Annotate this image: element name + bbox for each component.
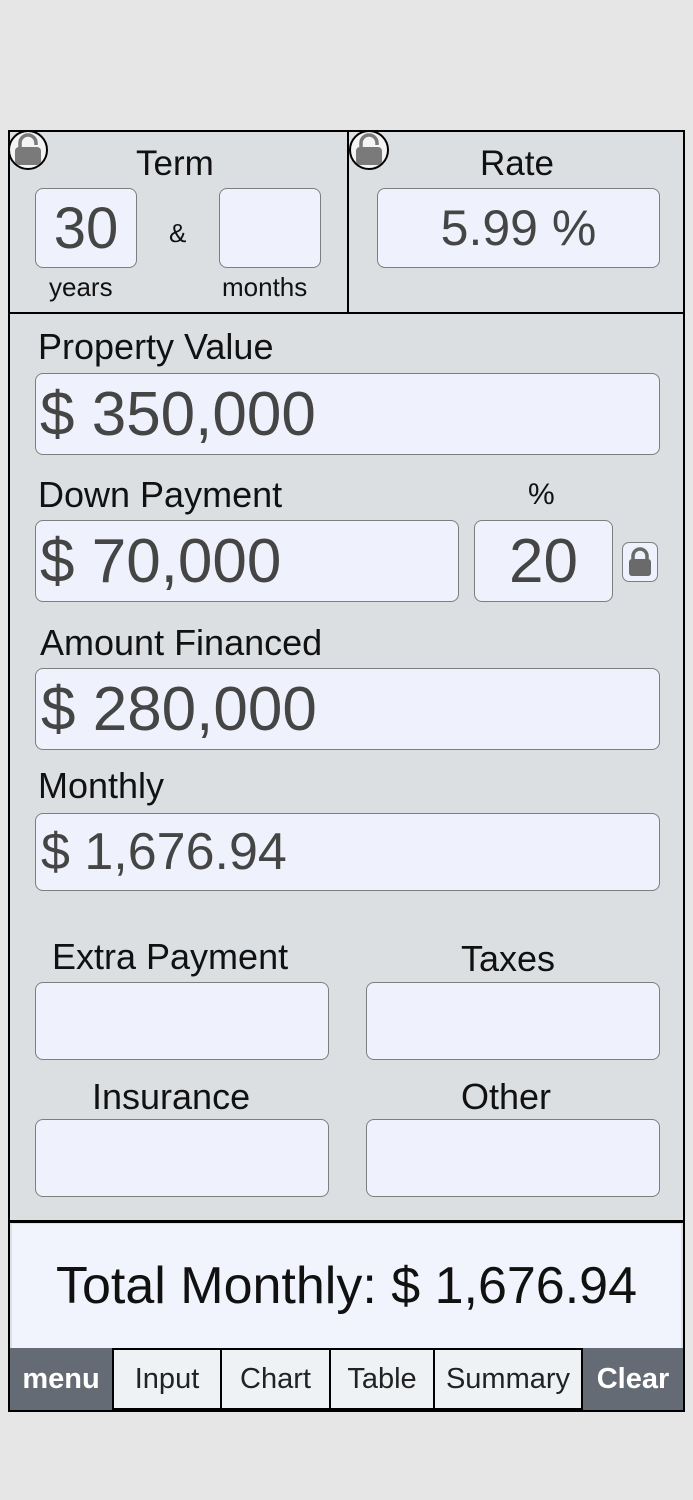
- term-years-input[interactable]: 30: [35, 188, 137, 268]
- down-payment-percent-label: %: [528, 478, 555, 511]
- tab-input[interactable]: Input: [112, 1348, 222, 1410]
- other-label: Other: [461, 1076, 552, 1117]
- term-lock-icon[interactable]: [8, 130, 48, 170]
- tab-bar: menu Input Chart Table Summary Clear: [10, 1348, 683, 1410]
- total-monthly-text: Total Monthly: $ 1,676.94: [55, 1257, 638, 1315]
- term-label: Term: [136, 144, 214, 183]
- clear-button[interactable]: Clear: [583, 1348, 683, 1410]
- menu-button[interactable]: menu: [10, 1348, 112, 1410]
- rate-lock-icon[interactable]: [349, 130, 389, 170]
- extra-payment-input[interactable]: [35, 982, 329, 1060]
- insurance-label: Insurance: [92, 1076, 251, 1117]
- term-months-label: months: [222, 272, 308, 302]
- rate-input[interactable]: 5.99 %: [377, 188, 660, 268]
- taxes-label: Taxes: [461, 938, 556, 979]
- down-payment-percent-input[interactable]: 20: [474, 520, 613, 602]
- rate-label: Rate: [480, 144, 554, 183]
- other-input[interactable]: [366, 1119, 660, 1197]
- down-payment-lock-icon[interactable]: [622, 542, 658, 582]
- top-divider-vertical: [347, 132, 349, 314]
- term-ampersand: &: [169, 218, 187, 248]
- total-monthly-panel: Total Monthly: $ 1,676.94: [12, 1224, 681, 1348]
- insurance-input[interactable]: [35, 1119, 329, 1197]
- extra-payment-label: Extra Payment: [52, 936, 289, 977]
- property-value-label: Property Value: [38, 326, 274, 367]
- down-payment-input[interactable]: $ 70,000: [35, 520, 459, 602]
- total-divider-top: [10, 1220, 683, 1223]
- property-value-input[interactable]: $ 350,000: [35, 373, 660, 455]
- tab-table[interactable]: Table: [331, 1348, 435, 1410]
- term-months-input[interactable]: [219, 188, 321, 268]
- tab-chart[interactable]: Chart: [222, 1348, 331, 1410]
- monthly-label: Monthly: [38, 765, 165, 806]
- top-divider-horizontal: [10, 312, 683, 314]
- tab-summary[interactable]: Summary: [435, 1348, 583, 1410]
- amount-financed-label: Amount Financed: [40, 622, 323, 663]
- taxes-input[interactable]: [366, 982, 660, 1060]
- term-years-label: years: [49, 272, 113, 302]
- amount-financed-input[interactable]: $ 280,000: [35, 668, 660, 750]
- monthly-input[interactable]: $ 1,676.94: [35, 813, 660, 891]
- mortgage-calculator: Term 30 & years months Rate 5.99 % Prope…: [8, 130, 685, 1412]
- down-payment-label: Down Payment: [38, 474, 283, 515]
